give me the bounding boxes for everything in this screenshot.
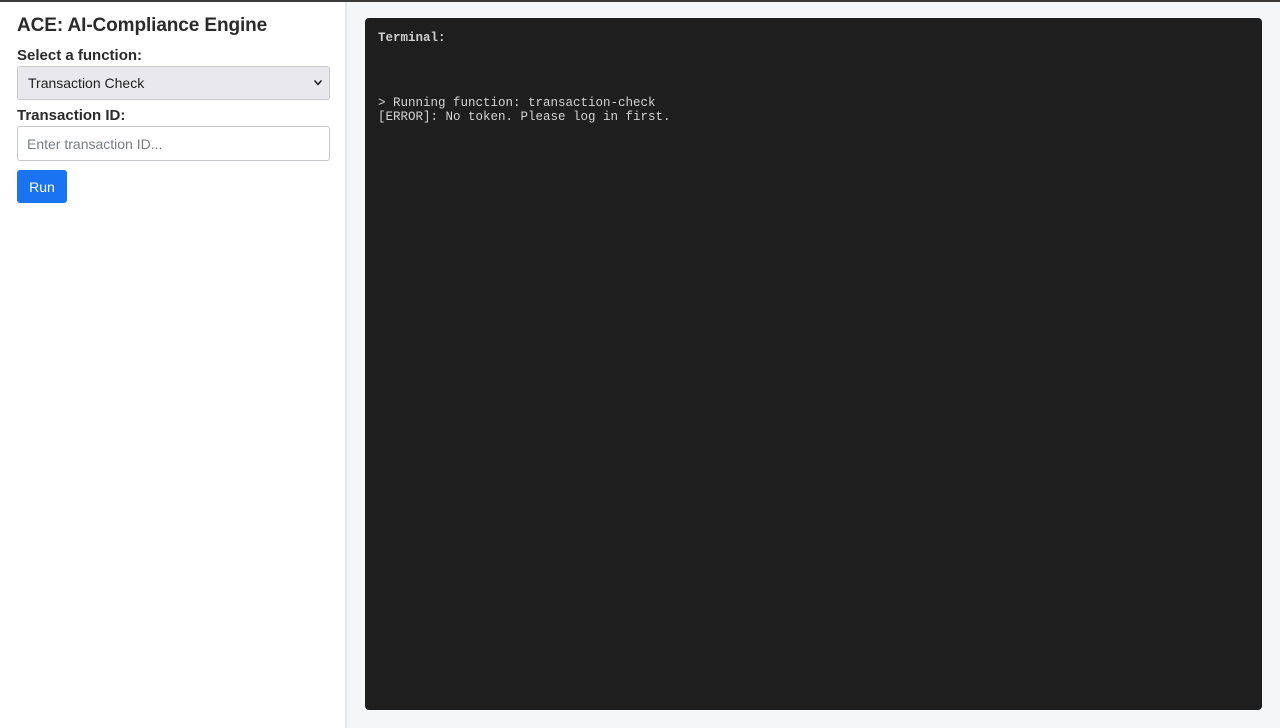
terminal-output: Terminal: > Running function: transactio… bbox=[365, 18, 1262, 710]
chevron-down-icon bbox=[314, 80, 322, 86]
function-select-value: Transaction Check bbox=[28, 75, 145, 91]
control-panel: ACE: AI-Compliance Engine Select a funct… bbox=[0, 2, 347, 728]
transaction-id-label: Transaction ID: bbox=[17, 107, 126, 124]
terminal-line: > Running function: transaction-check bbox=[378, 96, 656, 110]
app-title: ACE: AI-Compliance Engine bbox=[17, 15, 268, 36]
terminal-line: [ERROR]: No token. Please log in first. bbox=[378, 110, 671, 124]
function-select-label: Select a function: bbox=[17, 47, 143, 64]
transaction-id-input[interactable] bbox=[17, 126, 330, 161]
function-select[interactable]: Transaction Check bbox=[17, 66, 330, 100]
main-area: Terminal: > Running function: transactio… bbox=[347, 2, 1280, 728]
app-window: ACE: AI-Compliance Engine Select a funct… bbox=[0, 0, 1280, 728]
terminal-header: Terminal: bbox=[378, 31, 446, 45]
run-button[interactable]: Run bbox=[17, 170, 67, 203]
